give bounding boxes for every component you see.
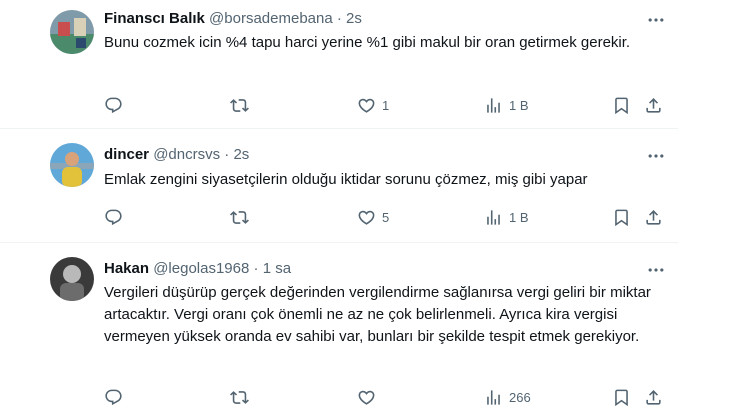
- share-icon: [644, 388, 663, 407]
- views-button[interactable]: 1 B: [484, 207, 529, 227]
- reply-icon: [104, 208, 123, 227]
- share-button[interactable]: [644, 207, 663, 227]
- bookmark-icon: [612, 388, 631, 407]
- retweet-button[interactable]: [230, 207, 249, 227]
- tweet-text: Emlak zengini siyasetçilerin olduğu ikti…: [104, 171, 588, 188]
- reply-button[interactable]: [104, 95, 123, 115]
- author-name[interactable]: Hakan: [104, 260, 149, 277]
- timestamp[interactable]: 2s: [346, 10, 362, 27]
- bookmark-button[interactable]: [612, 95, 631, 115]
- retweet-icon: [230, 388, 249, 407]
- retweet-icon: [230, 96, 249, 115]
- retweet-button[interactable]: [230, 387, 249, 407]
- tweet-text: Bunu cozmek icin %4 tapu harci yerine %1…: [104, 34, 631, 51]
- more-icon[interactable]: [646, 260, 666, 280]
- views-button[interactable]: 266: [484, 387, 531, 407]
- share-button[interactable]: [644, 387, 663, 407]
- action-bar: 266: [104, 387, 664, 407]
- bookmark-button[interactable]: [612, 207, 631, 227]
- reply-icon: [104, 388, 123, 407]
- more-icon[interactable]: [646, 10, 666, 30]
- avatar[interactable]: [50, 143, 94, 187]
- author-name[interactable]: Finanscı Balık: [104, 10, 205, 27]
- separator-dot: ·: [253, 260, 259, 277]
- views-icon: [484, 208, 503, 227]
- like-button[interactable]: [357, 387, 382, 407]
- like-button[interactable]: 5: [357, 207, 389, 227]
- action-bar: 1 1 B: [104, 95, 664, 115]
- reply-button[interactable]: [104, 207, 123, 227]
- bookmark-icon: [612, 96, 631, 115]
- reply-icon: [104, 96, 123, 115]
- tweet-2[interactable]: dincer @dncrsvs · 2s Emlak zengini siyas…: [0, 129, 678, 243]
- share-icon: [644, 96, 663, 115]
- like-icon: [357, 208, 376, 227]
- tweet-header: Finanscı Balık @borsademebana · 2s: [104, 9, 362, 29]
- avatar[interactable]: [50, 10, 94, 54]
- like-icon: [357, 96, 376, 115]
- tweet-3[interactable]: Hakan @legolas1968 · 1 sa Vergileri düşü…: [0, 243, 678, 420]
- more-icon[interactable]: [646, 146, 666, 166]
- separator-dot: ·: [224, 146, 230, 163]
- timestamp[interactable]: 1 sa: [263, 260, 291, 277]
- tweet-header: Hakan @legolas1968 · 1 sa: [104, 259, 291, 279]
- author-handle[interactable]: @dncrsvs: [153, 146, 220, 163]
- reply-button[interactable]: [104, 387, 123, 407]
- like-count: 1: [382, 97, 390, 113]
- author-name[interactable]: dincer: [104, 146, 149, 163]
- views-icon: [484, 96, 503, 115]
- bookmark-button[interactable]: [612, 387, 631, 407]
- view-count: 1 B: [509, 97, 529, 113]
- separator-dot: ·: [336, 10, 342, 27]
- like-count: 5: [382, 209, 390, 225]
- like-icon: [357, 388, 376, 407]
- reply-feed: Finanscı Balık @borsademebana · 2s Bunu …: [0, 0, 730, 420]
- author-handle[interactable]: @legolas1968: [153, 260, 249, 277]
- views-icon: [484, 388, 503, 407]
- timestamp[interactable]: 2s: [233, 146, 249, 163]
- tweet-text: Vergileri düşürüp gerçek değerinden verg…: [104, 284, 651, 345]
- retweet-button[interactable]: [230, 95, 249, 115]
- avatar[interactable]: [50, 257, 94, 301]
- share-icon: [644, 208, 663, 227]
- retweet-icon: [230, 208, 249, 227]
- bookmark-icon: [612, 208, 631, 227]
- tweet-header: dincer @dncrsvs · 2s: [104, 145, 249, 165]
- tweet-1[interactable]: Finanscı Balık @borsademebana · 2s Bunu …: [0, 0, 678, 129]
- share-button[interactable]: [644, 95, 663, 115]
- views-button[interactable]: 1 B: [484, 95, 529, 115]
- action-bar: 5 1 B: [104, 207, 664, 227]
- view-count: 1 B: [509, 209, 529, 225]
- view-count: 266: [509, 389, 531, 405]
- like-button[interactable]: 1: [357, 95, 389, 115]
- author-handle[interactable]: @borsademebana: [209, 10, 333, 27]
